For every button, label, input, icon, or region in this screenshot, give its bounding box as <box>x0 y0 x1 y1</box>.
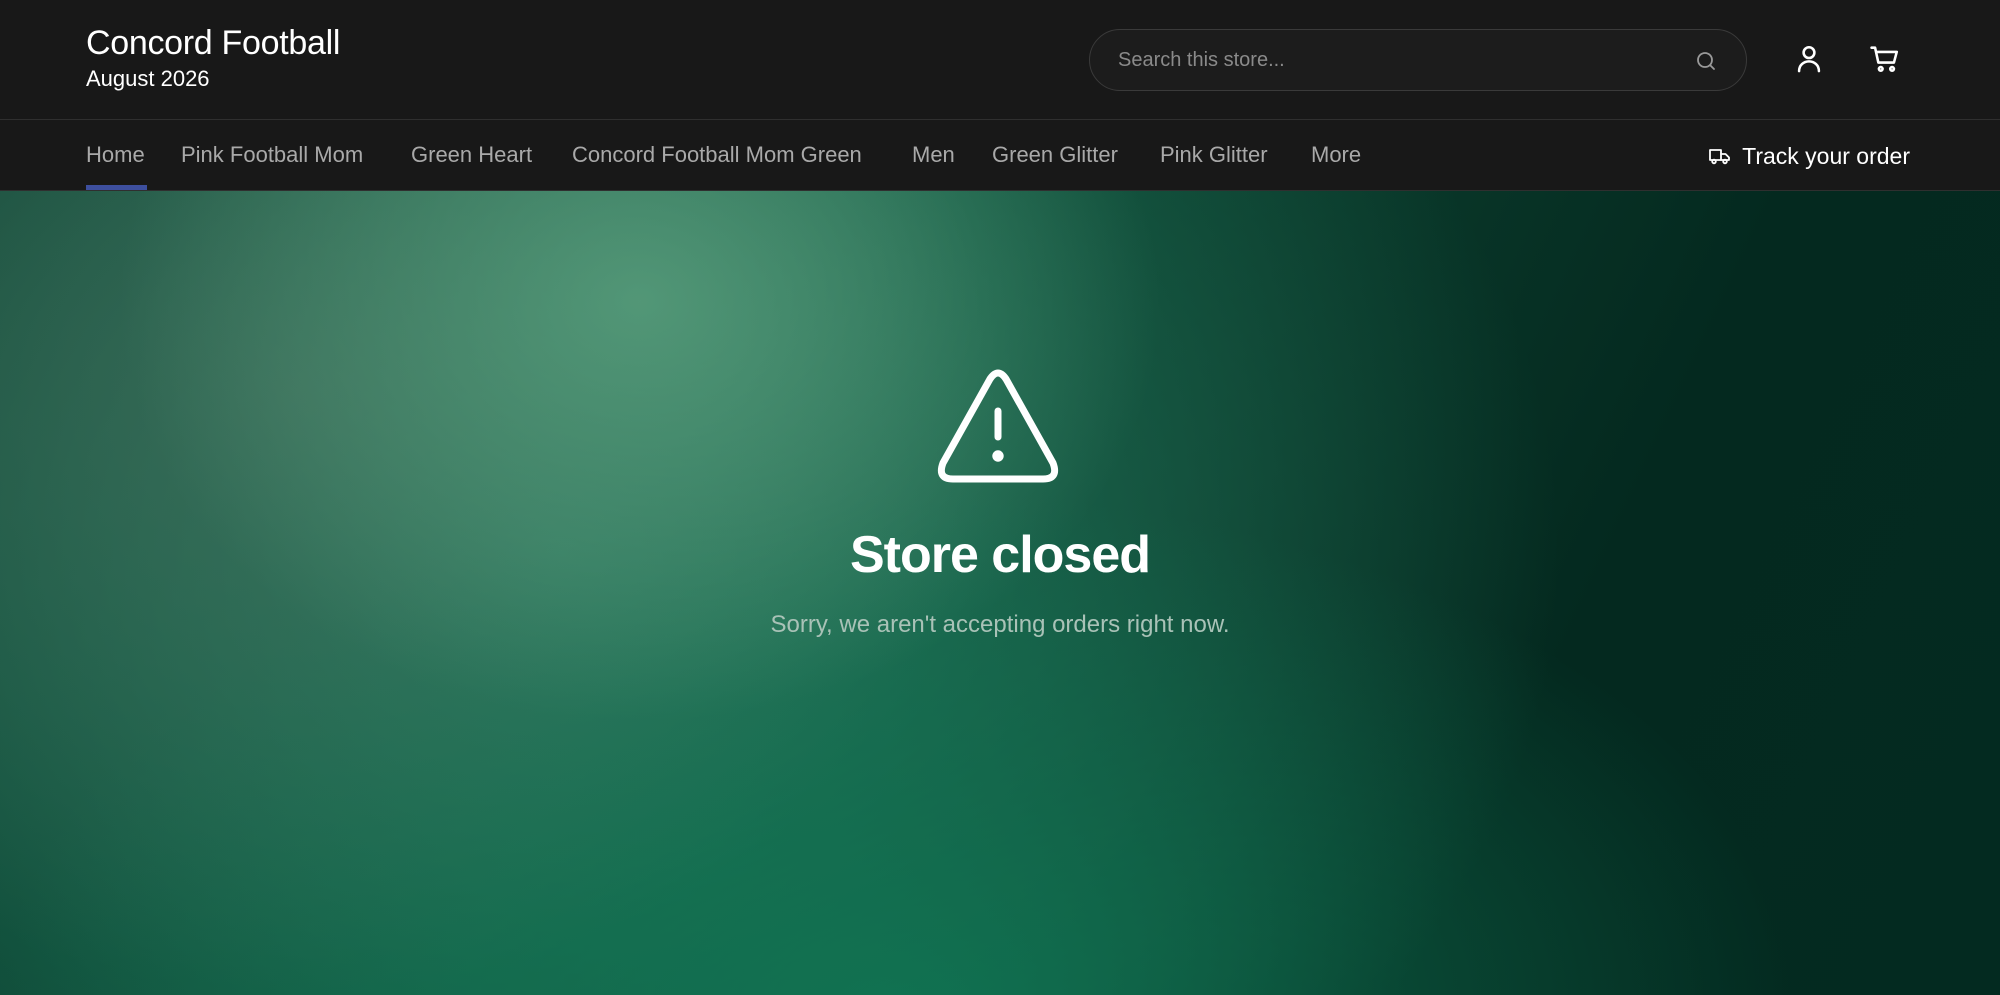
search-icon[interactable] <box>1694 49 1718 73</box>
nav-item-men[interactable]: Men <box>912 121 955 191</box>
page-title: Store closed <box>849 526 1151 584</box>
category-nav: Home Pink Football Mom Green Heart Conco… <box>0 121 2000 191</box>
store-title[interactable]: Concord Football <box>86 24 340 63</box>
nav-item-home[interactable]: Home <box>86 121 145 191</box>
nav-active-indicator <box>86 185 147 190</box>
site-header: Concord Football August 2026 <box>0 0 2000 120</box>
truck-icon <box>1709 149 1731 165</box>
warning-icon <box>937 369 1059 483</box>
store-subtitle: August 2026 <box>86 66 210 91</box>
search-input[interactable] <box>1118 30 1678 90</box>
nav-item-concord-football-mom-green[interactable]: Concord Football Mom Green <box>572 121 862 191</box>
nav-item-pink-glitter[interactable]: Pink Glitter <box>1160 121 1268 191</box>
store-closed-banner: Store closed Sorry, we aren't accepting … <box>0 191 2000 995</box>
cart-icon[interactable] <box>1868 42 1902 76</box>
nav-item-green-heart[interactable]: Green Heart <box>411 121 532 191</box>
nav-item-pink-football-mom[interactable]: Pink Football Mom <box>181 121 363 191</box>
track-order-link[interactable]: Track your order <box>1708 121 1910 191</box>
nav-item-green-glitter[interactable]: Green Glitter <box>992 121 1118 191</box>
track-order-label: Track your order <box>1742 142 1910 169</box>
search-box[interactable] <box>1089 29 1747 91</box>
nav-item-more[interactable]: More <box>1311 121 1361 191</box>
closed-message: Sorry, we aren't accepting orders right … <box>770 611 1230 638</box>
account-icon[interactable] <box>1792 42 1826 76</box>
